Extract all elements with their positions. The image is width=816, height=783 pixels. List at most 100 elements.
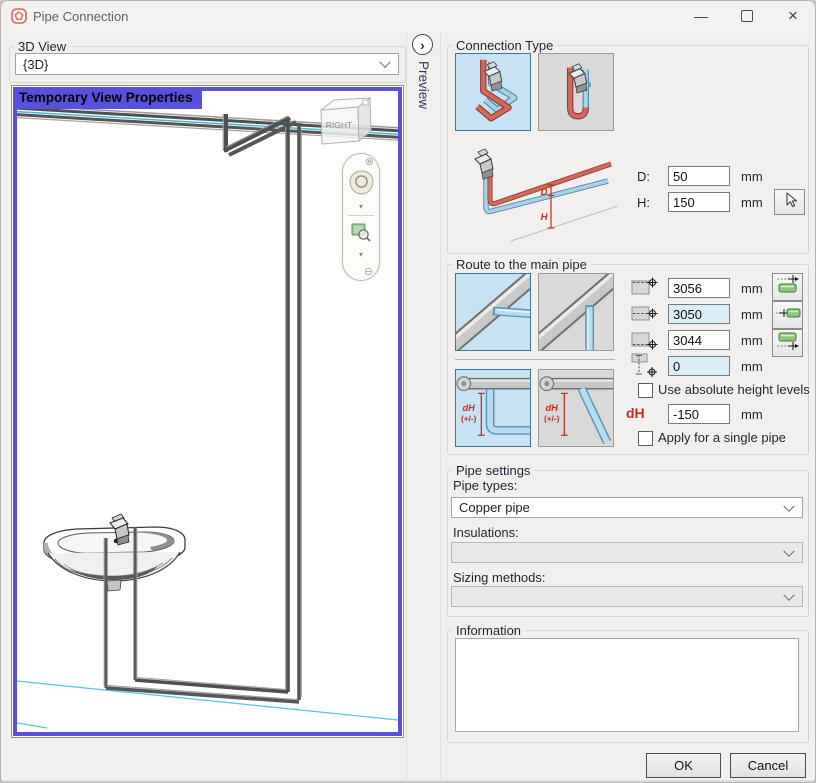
temporary-view-banner[interactable]: Temporary View Properties <box>13 87 202 109</box>
apply-single-pipe-label[interactable]: Apply for a single pipe <box>658 430 786 445</box>
align-bottom-button[interactable] <box>772 329 803 357</box>
chevron-down-icon <box>783 545 794 556</box>
window-title: Pipe Connection <box>33 9 128 24</box>
preview-strip: › Preview <box>406 31 441 782</box>
d-input[interactable] <box>668 166 730 186</box>
viewcube-home-icon <box>363 100 368 105</box>
offset-bottom-input[interactable] <box>668 330 730 350</box>
route-option-vertical-drop[interactable]: dH (+/-) <box>455 369 531 447</box>
align-center-button[interactable] <box>772 301 803 329</box>
offset-top-unit: mm <box>741 281 763 296</box>
insulations-select[interactable] <box>451 542 803 563</box>
view3d-canvas[interactable]: Temporary View Properties <box>13 87 402 736</box>
chevron-down-icon <box>783 500 794 511</box>
preview-frame: Temporary View Properties <box>11 85 404 738</box>
connection-type-option-1[interactable] <box>455 53 531 131</box>
scene-3d: RIGHT <box>17 91 398 732</box>
navbar-close-icon[interactable]: ⊗ <box>365 157 374 168</box>
offset-center-unit: mm <box>741 307 763 322</box>
h-input[interactable] <box>668 192 730 212</box>
pipe-center-reference-icon <box>631 303 658 330</box>
route-option-parallel[interactable] <box>455 273 531 351</box>
apply-single-pipe-checkbox[interactable] <box>638 431 653 446</box>
expand-preview-button[interactable]: › <box>412 34 433 55</box>
viewcube: RIGHT <box>321 98 371 144</box>
route-option-angled-drop[interactable]: dH (+/-) <box>538 369 614 447</box>
pipe-top-reference-icon <box>631 277 658 304</box>
align-center-icon <box>775 301 801 330</box>
level-line-2 <box>17 723 47 728</box>
minimize-icon: — <box>694 8 708 24</box>
app-icon <box>11 8 27 29</box>
navbar-divider <box>348 215 374 216</box>
offset-center-input[interactable] <box>668 304 730 324</box>
use-absolute-checkbox[interactable] <box>638 383 653 398</box>
viewcube-face-label: RIGHT <box>326 120 352 130</box>
route-thumbs-divider <box>455 359 615 360</box>
h-label: H: <box>637 195 650 210</box>
cursor-pick-icon <box>781 190 799 215</box>
offset-top-input[interactable] <box>668 278 730 298</box>
information-textarea[interactable] <box>455 638 799 732</box>
sizing-methods-label: Sizing methods: <box>453 570 546 585</box>
view-group-label: 3D View <box>18 39 66 54</box>
dh-dimension <box>561 393 568 435</box>
insulations-label: Insulations: <box>453 525 519 540</box>
steering-wheel-icon[interactable] <box>348 169 375 201</box>
pick-in-model-button[interactable] <box>774 189 805 215</box>
chevron-down-icon <box>783 589 794 600</box>
information-label: Information <box>456 623 521 638</box>
close-button[interactable]: × <box>770 1 816 31</box>
align-bottom-icon <box>775 329 801 358</box>
pipe-depth-reference-icon <box>631 353 658 382</box>
zoom-tool-icon[interactable] <box>349 220 373 249</box>
pipe-types-label: Pipe types: <box>453 478 517 493</box>
connection-diagram: D H <box>456 143 618 245</box>
navigation-bar[interactable]: ⊗ ▾ ▾ ⊖ <box>342 153 380 281</box>
thumb-dh-text: dH <box>545 403 558 413</box>
pipe-types-select[interactable]: Copper pipe <box>451 497 803 518</box>
ok-button[interactable]: OK <box>646 753 721 778</box>
chevron-down-icon <box>379 57 390 68</box>
thumb-pm-text: (+/-) <box>461 415 477 424</box>
maximize-button[interactable] <box>724 1 770 31</box>
align-top-button[interactable] <box>772 273 803 301</box>
close-icon: × <box>788 6 798 26</box>
expand-chevron-icon: › <box>420 38 425 52</box>
d-unit: mm <box>741 169 763 184</box>
minimize-button[interactable]: — <box>678 1 724 31</box>
route-group-label: Route to the main pipe <box>456 257 587 272</box>
view-select[interactable]: {3D} <box>15 53 399 75</box>
sizing-methods-select[interactable] <box>451 586 803 607</box>
riser-pipes <box>286 119 302 700</box>
navbar-collapse-icon[interactable]: ⊖ <box>364 267 373 278</box>
diagram-h-mark: H <box>541 212 549 223</box>
cancel-button[interactable]: Cancel <box>730 753 806 778</box>
d-label: D: <box>637 169 650 184</box>
dh-input[interactable] <box>668 404 730 424</box>
title-bar[interactable]: Pipe Connection — × <box>1 1 815 31</box>
view-select-value: {3D} <box>23 57 48 72</box>
dh-dimension <box>478 393 485 435</box>
dh-unit: mm <box>741 407 763 422</box>
pipe-types-value: Copper pipe <box>459 500 530 515</box>
pipe-settings-label: Pipe settings <box>456 463 530 478</box>
route-option-perpendicular[interactable] <box>538 273 614 351</box>
diagram-d-mark: D <box>541 187 548 198</box>
align-top-icon <box>775 273 801 302</box>
pipe-connection-dialog: Pipe Connection — × 3D View {3D} Tempora… <box>0 0 816 783</box>
bottom-pipe-runs <box>106 678 299 703</box>
use-absolute-label[interactable]: Use absolute height levels <box>658 382 810 397</box>
wheel-menu-caret-icon[interactable]: ▾ <box>359 202 363 211</box>
offset-depth-input[interactable] <box>668 356 730 376</box>
connection-type-option-2[interactable] <box>538 53 614 131</box>
preview-tab[interactable]: Preview <box>416 61 431 109</box>
dimension-lines <box>548 185 555 228</box>
thumb-pm-text: (+/-) <box>544 415 560 424</box>
pipe-bottom-reference-icon <box>631 329 658 356</box>
zoom-menu-caret-icon[interactable]: ▾ <box>359 250 363 259</box>
h-unit: mm <box>741 195 763 210</box>
connection-type-label: Connection Type <box>456 38 553 53</box>
dh-label: dH <box>626 405 645 421</box>
thumb-dh-text: dH <box>462 403 475 413</box>
